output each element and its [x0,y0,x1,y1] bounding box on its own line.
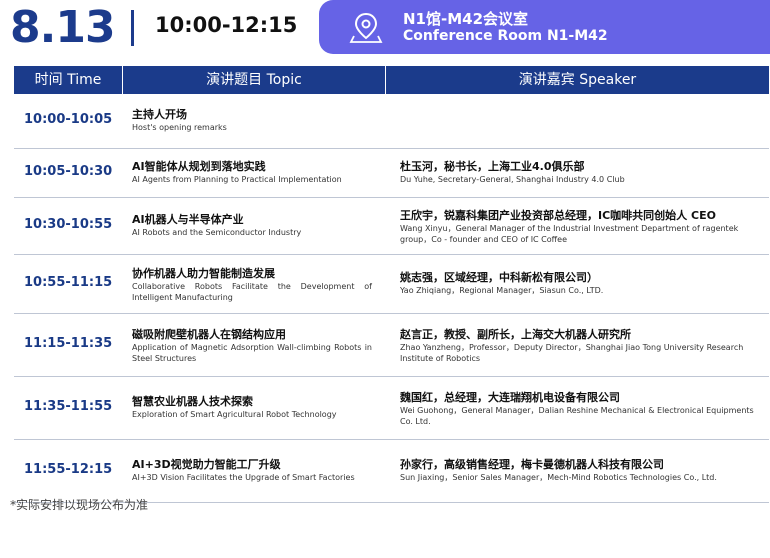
room-banner: N1馆-M42会议室 Conference Room N1-M42 [319,0,770,54]
table-header: 时间 Time 演讲题目 Topic 演讲嘉宾 Speaker [14,66,769,94]
topic-title-en: Collaborative Robots Facilitate the Deve… [132,282,372,302]
schedule-header: 8.13 10:00-12:15 N1馆-M42会议室 Conference R… [0,0,770,58]
speaker-name-cn: 魏国红，总经理，大连瑞翔机电设备有限公司 [400,391,620,404]
column-header-speaker: 演讲嘉宾 Speaker [518,72,637,88]
table-body: 10:00-10:05 主持人开场 Host's opening remarks 10… [14,94,769,503]
speaker-name-en: Du Yuhe, Secretary-General, Shanghai Ind… [400,175,625,184]
row-time: 11:35-11:55 [24,399,113,414]
topic-title-en: AI+3D Vision Facilitates the Upgrade of … [132,473,355,482]
topic-title-cn: 协作机器人助力智能制造发展 [132,267,275,280]
topic-title-en: AI Robots and the Semiconductor Industry [132,228,302,237]
column-header-topic: 演讲题目 Topic [123,66,386,94]
row-time: 10:00-10:05 [24,112,113,127]
agenda-table: 时间 Time 演讲题目 Topic 演讲嘉宾 Speaker 10:00-10… [14,66,769,503]
speaker-name-cn: 赵言正，教授、副所长，上海交大机器人研究所 [400,328,631,341]
row-time: 10:05-10:30 [24,164,113,179]
event-date: 8.13 [10,2,116,53]
speaker-name-en: Yao Zhiqiang，Regional Manager，Siasun Co.… [400,286,604,295]
speaker-name-en: Wang Xinyu，General Manager of the Indust… [400,224,739,244]
row-time: 10:55-11:15 [24,275,113,290]
topic-title-cn: AI智能体从规划到落地实践 [132,160,266,173]
room-name-cn: N1馆-M42会议室 [403,10,529,28]
footnote: *实际安排以现场公布为准 [10,498,149,512]
topic-title-cn: 磁吸附爬壁机器人在钢结构应用 [132,328,286,341]
topic-title-cn: AI+3D视觉助力智能工厂升级 [132,458,281,471]
speaker-name-cn: 姚志强，区域经理，中科新松有限公司） [400,271,598,284]
room-name-en: Conference Room N1-M42 [403,28,608,44]
row-time: 11:55-12:15 [24,462,113,477]
speaker-name-cn: 王欣宇，锐嘉科集团产业投资部总经理，IC咖啡共同创始人 CEO [400,209,716,222]
session-time-range: 10:00-12:15 [155,13,298,37]
location-pin-icon [349,12,383,43]
table-row: 10:05-10:30 AI智能体从规划到落地实践 AI Agents from P… [14,149,769,198]
topic-title-en: Application of Magnetic Adsorption Wall-… [132,343,372,363]
table-row: 10:00-10:05 主持人开场 Host's opening remarks [14,94,769,149]
topic-title-cn: 主持人开场 [132,108,187,121]
row-time: 10:30-10:55 [24,217,113,232]
column-header-time: 时间 Time [14,66,123,94]
topic-title-en: Host's opening remarks [132,123,227,132]
table-row: 11:35-11:55 智慧农业机器人技术探索 Exploration of Sma… [14,377,769,440]
table-row: 11:55-12:15 AI+3D视觉助力智能工厂升级 AI+3D Vision F… [14,440,769,503]
topic-title-en: Exploration of Smart Agricultural Robot … [132,410,337,419]
table-row: 10:30-10:55 AI机器人与半导体产业 AI Robots and the … [14,198,769,255]
date-divider [131,10,134,46]
speaker-name-en: Wei Guohong，General Manager，Dalian Reshi… [400,406,754,426]
table-row: 11:15-11:35 磁吸附爬壁机器人在钢结构应用 Application of … [14,314,769,377]
row-time: 11:15-11:35 [24,336,113,351]
speaker-name-cn: 杜玉河，秘书长，上海工业4.0俱乐部 [400,160,585,173]
speaker-name-cn: 孙家行，高级销售经理，梅卡曼德机器人科技有限公司 [400,458,664,471]
topic-title-cn: 智慧农业机器人技术探索 [132,395,253,408]
topic-title-cn: AI机器人与半导体产业 [132,213,244,226]
speaker-name-en: Sun Jiaxing，Senior Sales Manager，Mech-Mi… [400,473,717,482]
table-row: 10:55-11:15 协作机器人助力智能制造发展 Collaborative Ro… [14,255,769,314]
speaker-name-en: Zhao Yanzheng，Professor，Deputy Director，… [400,343,744,363]
topic-title-en: AI Agents from Planning to Practical Imp… [132,175,342,184]
